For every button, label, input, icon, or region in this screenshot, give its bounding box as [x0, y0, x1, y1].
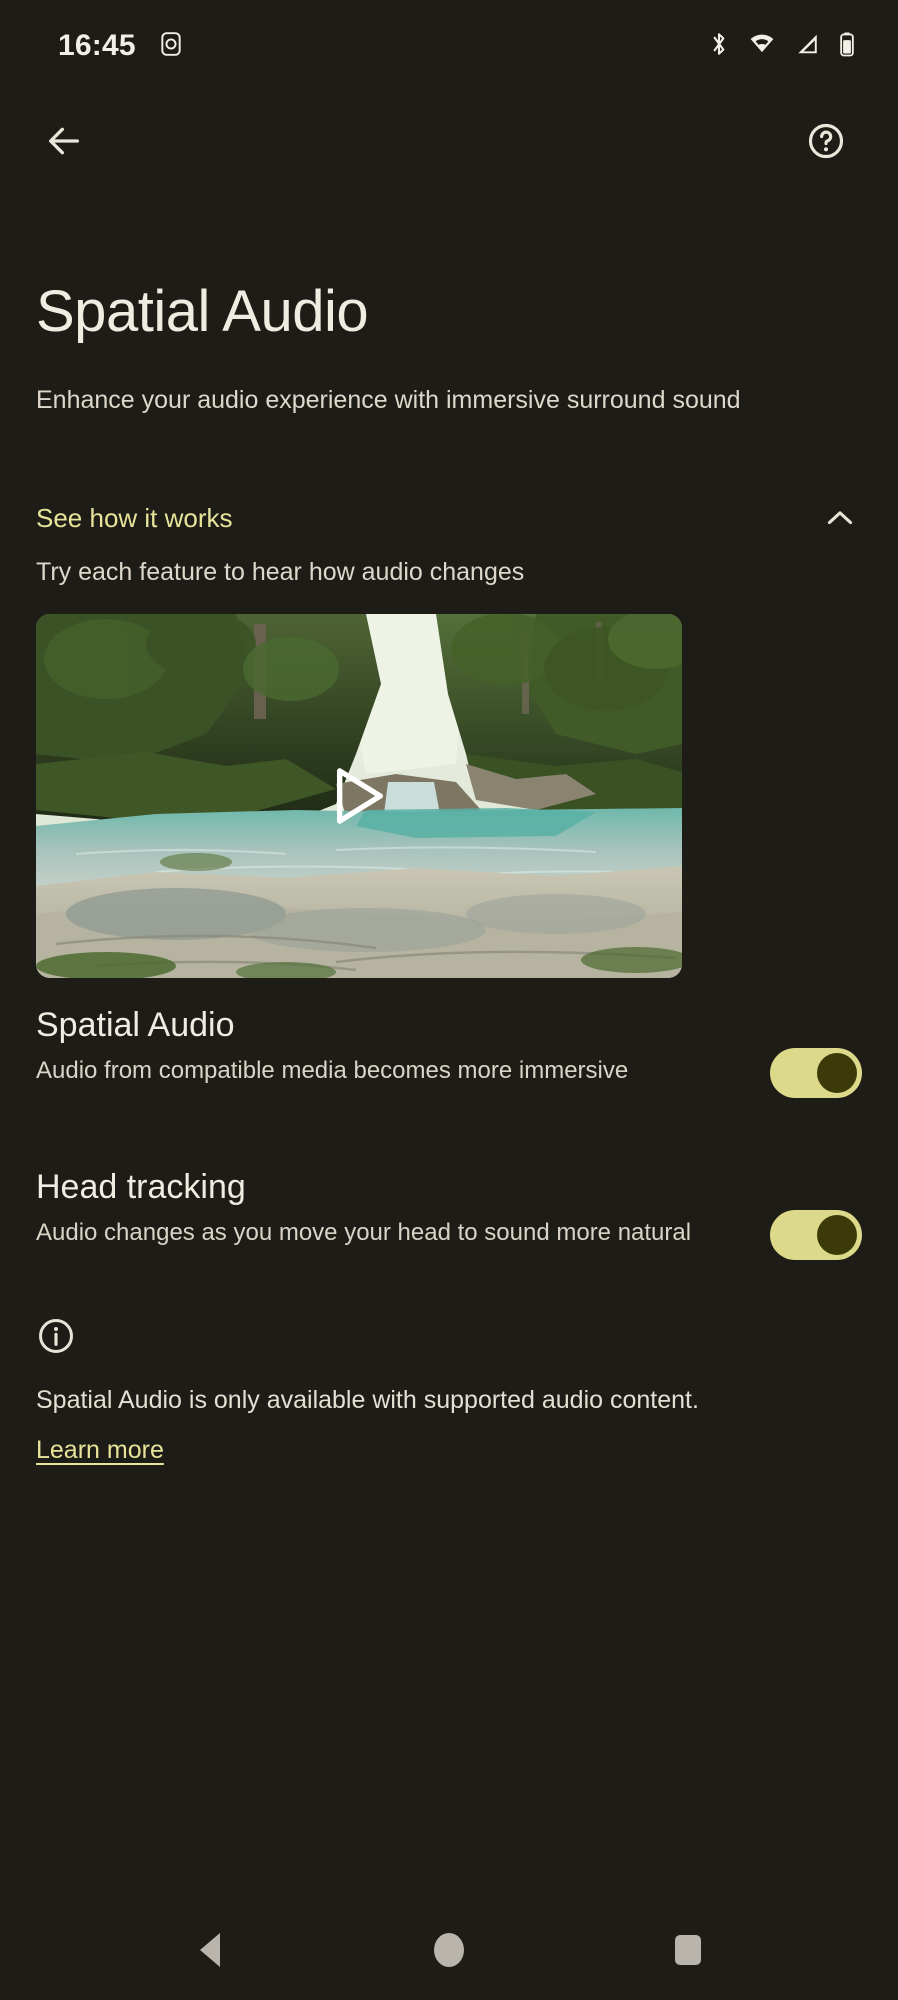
status-bar-left: 16:45 [58, 29, 184, 63]
page-subtitle: Enhance your audio experience with immer… [36, 386, 741, 414]
chevron-up-icon[interactable] [818, 496, 862, 540]
setting-description: Audio changes as you move your head to s… [36, 1218, 692, 1246]
toggle-knob [817, 1215, 857, 1255]
setting-text-head-tracking: Head tracking Audio changes as you move … [36, 1166, 770, 1249]
see-how-it-works-link[interactable]: See how it works [36, 503, 233, 534]
status-bar: 16:45 [0, 0, 898, 92]
setting-text-spatial-audio: Spatial Audio Audio from compatible medi… [36, 1004, 770, 1087]
square-icon [675, 1935, 702, 1965]
arrow-left-icon [44, 121, 84, 166]
help-button[interactable] [794, 111, 858, 175]
toggle-knob [817, 1053, 857, 1093]
setting-description: Audio from compatible media becomes more… [36, 1056, 629, 1084]
circle-icon [433, 1933, 464, 1967]
phone-screen: 16:45 Spatial Audio Enhance your audio e… [0, 0, 898, 2000]
demo-section-description: Try each feature to hear how audio chang… [36, 558, 525, 586]
page-content: Spatial Audio Enhance your audio experie… [0, 188, 898, 1900]
screenshot-icon [158, 31, 184, 62]
setting-title: Spatial Audio [36, 1006, 235, 1044]
status-bar-clock: 16:45 [58, 29, 136, 62]
triangle-left-icon [199, 1933, 220, 1967]
nav-home-button[interactable] [414, 1915, 484, 1985]
battery-icon [838, 31, 856, 62]
cellular-signal-icon [794, 31, 820, 62]
footer-note: Spatial Audio is only available with sup… [36, 1386, 699, 1414]
help-circle-icon [806, 121, 846, 166]
wifi-icon [748, 31, 776, 62]
see-how-it-works-header[interactable]: See how it works [36, 496, 862, 540]
page-title: Spatial Audio [36, 279, 369, 344]
bluetooth-icon [708, 31, 730, 62]
learn-more-link[interactable]: Learn more [36, 1436, 164, 1465]
setting-title: Head tracking [36, 1168, 246, 1206]
nav-recents-button[interactable] [653, 1915, 723, 1985]
demo-video-thumbnail[interactable] [36, 614, 682, 978]
info-icon [36, 1316, 76, 1356]
back-button[interactable] [32, 111, 96, 175]
play-button-icon[interactable] [330, 765, 388, 827]
setting-row-spatial-audio[interactable]: Spatial Audio Audio from compatible medi… [36, 1004, 862, 1098]
status-bar-right [708, 31, 856, 62]
spatial-audio-toggle[interactable] [770, 1048, 862, 1098]
system-nav-bar [0, 1900, 898, 2000]
app-bar [0, 98, 898, 188]
setting-row-head-tracking[interactable]: Head tracking Audio changes as you move … [36, 1166, 862, 1260]
nav-back-button[interactable] [175, 1915, 245, 1985]
head-tracking-toggle[interactable] [770, 1210, 862, 1260]
